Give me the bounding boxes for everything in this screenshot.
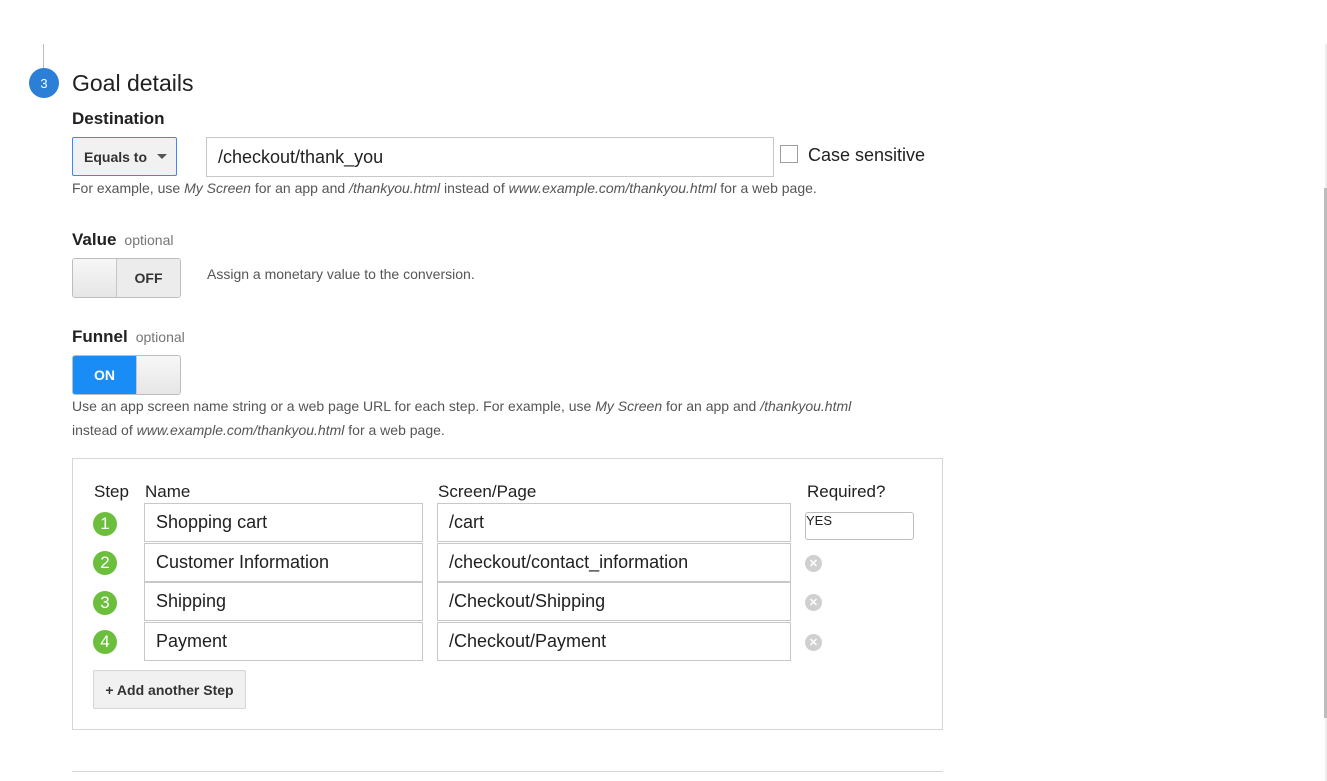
funnel-toggle-state: ON: [73, 356, 136, 394]
funnel-label: Funnel: [72, 327, 128, 346]
remove-step-icon[interactable]: ✕: [805, 555, 822, 572]
column-header-screen: Screen/Page: [438, 482, 536, 502]
column-header-name: Name: [145, 482, 190, 502]
section-step-badge: 3: [29, 68, 59, 98]
toggle-knob: [136, 356, 180, 394]
funnel-toggle[interactable]: ON: [72, 355, 181, 395]
section-title: Goal details: [72, 70, 193, 97]
step-name-input[interactable]: [144, 622, 423, 661]
value-toggle[interactable]: OFF: [72, 258, 181, 298]
step-screen-input[interactable]: [437, 622, 791, 661]
value-optional-label: optional: [124, 232, 173, 248]
step-screen-input[interactable]: [437, 543, 791, 582]
destination-label: Destination: [72, 109, 165, 129]
step-name-input[interactable]: [144, 582, 423, 621]
step-name-input[interactable]: [144, 503, 423, 542]
timeline-connector: [43, 44, 44, 68]
case-sensitive-checkbox[interactable]: [780, 145, 798, 163]
required-toggle[interactable]: YES: [805, 512, 914, 540]
value-heading: Value optional: [72, 230, 173, 250]
toggle-knob: [832, 513, 874, 539]
remove-step-icon[interactable]: ✕: [805, 634, 822, 651]
step-number-badge: 2: [93, 551, 117, 575]
destination-help-text: For example, use My Screen for an app an…: [72, 176, 817, 200]
funnel-heading: Funnel optional: [72, 327, 185, 347]
match-type-value: Equals to: [84, 149, 147, 165]
add-step-button[interactable]: + Add another Step: [93, 670, 246, 709]
value-label: Value: [72, 230, 116, 249]
required-toggle-state: YES: [806, 513, 832, 539]
case-sensitive-label: Case sensitive: [808, 145, 925, 166]
funnel-help-text: Use an app screen name string or a web p…: [72, 394, 952, 442]
step-name-input[interactable]: [144, 543, 423, 582]
step-screen-input[interactable]: [437, 503, 791, 542]
step-screen-input[interactable]: [437, 582, 791, 621]
value-toggle-state: OFF: [117, 259, 180, 297]
step-number-badge: 4: [93, 630, 117, 654]
value-description: Assign a monetary value to the conversio…: [207, 266, 475, 282]
destination-input[interactable]: [206, 137, 774, 177]
match-type-dropdown[interactable]: Equals to: [72, 137, 177, 176]
chevron-down-icon: [157, 154, 167, 159]
funnel-optional-label: optional: [136, 329, 185, 345]
step-number-badge: 1: [93, 512, 117, 536]
section-divider: [72, 771, 943, 772]
toggle-knob: [73, 259, 117, 297]
column-header-required: Required?: [807, 482, 885, 502]
column-header-step: Step: [94, 482, 129, 502]
remove-step-icon[interactable]: ✕: [805, 594, 822, 611]
step-number-badge: 3: [93, 591, 117, 615]
